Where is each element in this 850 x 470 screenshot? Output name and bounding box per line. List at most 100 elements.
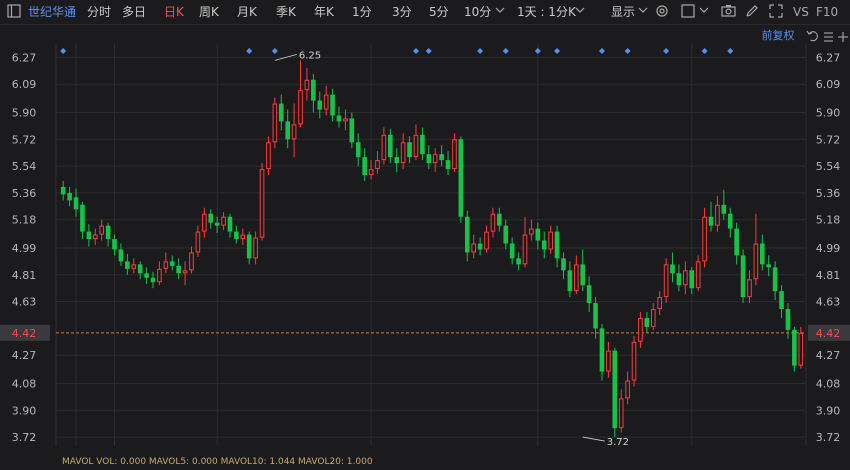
candle — [105, 222, 111, 247]
candle-body — [657, 297, 662, 310]
y-tick-label-right: 5.18 — [816, 214, 841, 227]
y-tick-label-left: 4.27 — [12, 349, 37, 362]
candle-body — [86, 231, 92, 240]
candle — [336, 106, 342, 128]
candle-body — [285, 121, 290, 140]
y-tick-label-left: 4.08 — [12, 377, 37, 390]
candle-body — [477, 243, 483, 250]
tab-yearly-k[interactable]: 年K — [314, 4, 334, 20]
candle — [644, 312, 650, 333]
candle — [490, 207, 496, 238]
tab-weekly-k[interactable]: 周K — [199, 4, 219, 20]
chevron-down-icon[interactable] — [494, 4, 506, 20]
candle-body — [452, 139, 457, 170]
candle — [355, 133, 361, 167]
event-marker — [598, 48, 605, 54]
add-icon[interactable] — [838, 32, 848, 42]
candle-body — [343, 118, 348, 122]
event-marker — [271, 48, 278, 54]
candle-body — [426, 154, 432, 164]
candle-body — [638, 317, 643, 342]
y-tick-label-right: 4.99 — [816, 242, 841, 255]
candle — [407, 136, 412, 164]
f10-button[interactable]: F10 — [816, 4, 838, 20]
candle — [464, 210, 470, 262]
chevron-down-icon[interactable] — [698, 4, 710, 20]
candle-body — [298, 90, 303, 125]
candle — [708, 201, 714, 232]
candle — [631, 335, 637, 387]
chevron-down-icon[interactable] — [637, 4, 649, 20]
fullscreen-icon[interactable] — [768, 4, 784, 20]
candle — [612, 347, 618, 438]
chevron-down-icon[interactable] — [574, 4, 586, 20]
pencil-icon[interactable] — [744, 4, 760, 20]
candle-body — [574, 264, 579, 292]
tab-multi-day[interactable]: 多日 — [122, 4, 146, 20]
tab-5min[interactable]: 5分 — [429, 4, 449, 20]
candle-body — [227, 216, 233, 232]
candle — [214, 216, 220, 234]
candle-body — [753, 243, 759, 280]
candle — [67, 186, 72, 207]
event-marker — [727, 48, 734, 54]
candle — [567, 261, 573, 298]
kline-chart-svg: 6.27 6.09 5.90 5.72 5.54 5.36 5.18 4.99 4.81 4.63… — [0, 28, 850, 467]
candle-body — [189, 252, 194, 271]
candle — [529, 219, 534, 241]
candle-body — [497, 213, 502, 226]
candle — [753, 213, 759, 286]
candle-body — [246, 234, 252, 259]
y-tick-label-right: 5.72 — [816, 133, 841, 146]
event-markers[interactable] — [60, 48, 734, 54]
candle-body — [394, 157, 400, 164]
tab-daily-k[interactable]: 日K — [164, 4, 184, 20]
candle-body — [631, 341, 637, 381]
candle-body — [715, 204, 720, 226]
candle-body — [618, 398, 624, 429]
settings-icon[interactable] — [654, 4, 670, 20]
annotation-leader — [582, 436, 605, 442]
y-tick-label-left: 5.72 — [12, 133, 37, 146]
candle-body — [304, 79, 310, 91]
tab-monthly-k[interactable]: 月K — [237, 4, 257, 20]
event-marker — [60, 48, 67, 54]
candle — [157, 261, 162, 286]
vs-button[interactable]: VS — [793, 4, 809, 20]
candle-body — [381, 134, 387, 161]
candle-body — [650, 309, 656, 327]
undo-icon[interactable] — [806, 30, 818, 42]
candle — [278, 94, 284, 131]
sidebar-toggle-icon[interactable] — [6, 4, 22, 20]
candle-body — [445, 160, 451, 170]
candle — [650, 303, 656, 330]
y-tick-label-left: 3.72 — [12, 431, 37, 444]
candle-body — [125, 261, 130, 269]
candle — [240, 228, 246, 245]
candle-body — [760, 243, 765, 265]
candle — [657, 291, 662, 315]
stock-name[interactable]: 世纪华通 — [28, 4, 76, 20]
candle-body — [131, 264, 137, 269]
camera-icon[interactable] — [720, 4, 736, 20]
candle-body — [766, 264, 772, 268]
candle — [86, 224, 92, 247]
kline-chart[interactable]: 6.27 6.09 5.90 5.72 5.54 5.36 5.18 4.99 4.81 4.63… — [0, 24, 850, 467]
checkbox-icon[interactable] — [680, 4, 696, 20]
adjust-mode-button[interactable]: 前复权 — [762, 28, 795, 42]
tab-intraday[interactable]: 分时 — [87, 4, 111, 20]
candle — [272, 97, 278, 149]
candle-body — [541, 240, 547, 250]
candle — [779, 285, 784, 318]
period-select[interactable]: 1天 : 1分K — [517, 4, 576, 20]
candle-body — [253, 237, 258, 259]
tab-3min[interactable]: 3分 — [392, 4, 412, 20]
tab-1min[interactable]: 1分 — [352, 4, 372, 20]
menu-icon[interactable] — [824, 32, 833, 42]
display-menu[interactable]: 显示 — [611, 4, 635, 20]
candle — [586, 276, 592, 312]
candle — [554, 225, 560, 268]
candle-body — [779, 291, 784, 310]
tab-10min[interactable]: 10分 — [464, 4, 491, 20]
tab-quarterly-k[interactable]: 季K — [276, 4, 296, 20]
